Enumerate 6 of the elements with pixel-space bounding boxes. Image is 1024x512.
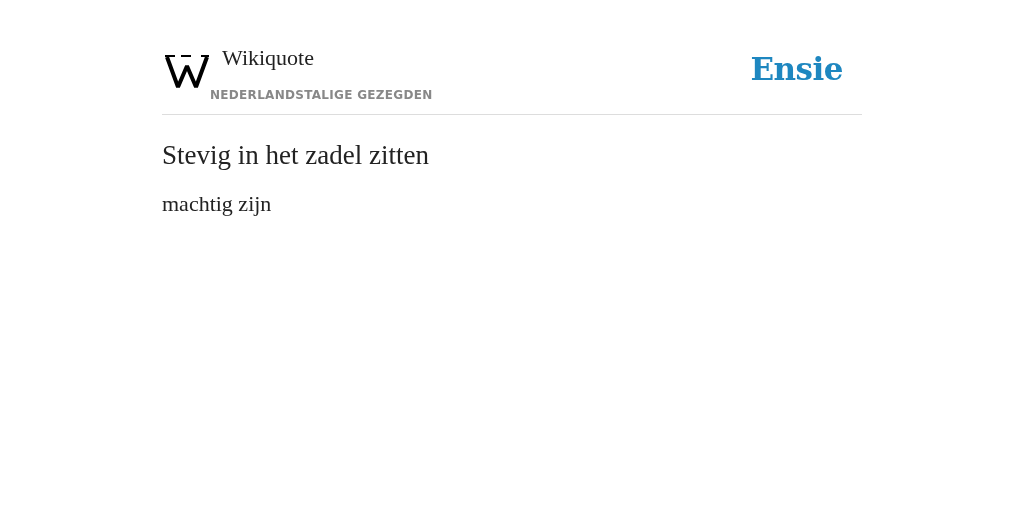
entry-definition: machtig zijn <box>162 191 272 217</box>
site-subtitle: NEDERLANDSTALIGE GEZEGDEN <box>210 88 433 102</box>
site-name: Wikiquote <box>222 45 314 71</box>
brand-logo[interactable]: Ensie <box>750 51 843 87</box>
entry-title: Stevig in het zadel zitten <box>162 139 429 171</box>
w-logo-icon <box>165 54 209 90</box>
